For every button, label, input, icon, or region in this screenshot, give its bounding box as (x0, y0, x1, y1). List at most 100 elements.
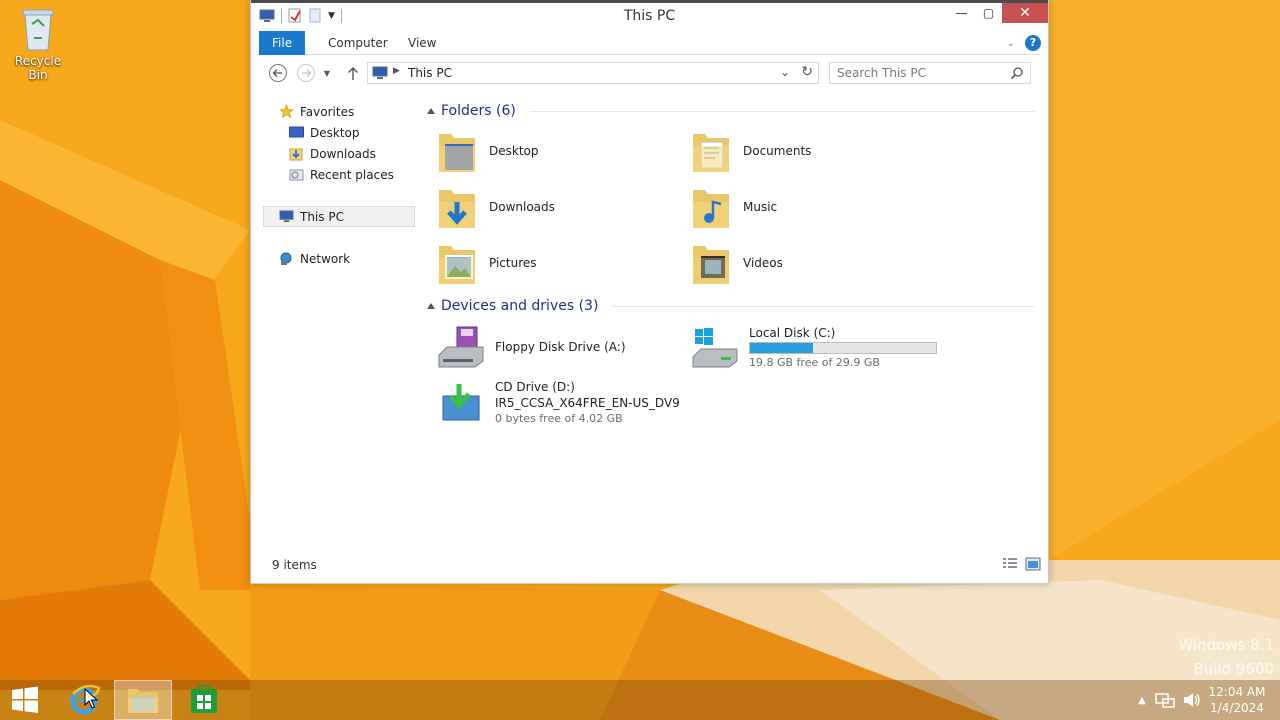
clock-date: 1/4/2024 (1210, 701, 1264, 715)
capacity-bar (749, 341, 937, 354)
details-view-icon[interactable] (1002, 557, 1018, 571)
drive-free-space: 0 bytes free of 4.02 GB (495, 411, 623, 425)
ribbon-tab-bar: File Computer View ⌄ ? (259, 31, 1041, 55)
forward-button[interactable] (295, 62, 317, 84)
folder-desktop[interactable]: Desktop (437, 126, 687, 176)
taskbar-store[interactable] (175, 680, 233, 720)
floppy-drive-icon (438, 326, 484, 368)
folder-label: Music (743, 200, 778, 214)
start-button[interactable] (0, 680, 50, 720)
up-arrow-icon (348, 67, 358, 80)
folders-group-header[interactable]: Folders (6) (427, 101, 1035, 121)
nav-item-label: Favorites (300, 104, 355, 119)
network-status-icon[interactable] (1154, 691, 1176, 709)
tab-computer[interactable]: Computer (315, 31, 401, 55)
address-dropdown-icon[interactable]: ⌄ (780, 65, 790, 79)
nav-item-downloads[interactable]: Downloads (289, 143, 376, 164)
minimize-icon: — (955, 6, 968, 20)
navigation-pane: Favorites Desktop Downloads Recent place… (259, 96, 415, 556)
drive-free-space: 19.8 GB free of 29.9 GB (749, 355, 880, 369)
recycle-bin[interactable]: Recycle Bin (4, 6, 72, 82)
navigation-bar: ▼ ▶ This PC ⌄ ↻ (259, 60, 1041, 86)
folder-documents[interactable]: Documents (691, 126, 941, 176)
close-icon: ✕ (1019, 5, 1031, 21)
recent-locations-button[interactable]: ▼ (320, 62, 334, 84)
maximize-button[interactable]: ▢ (975, 3, 1002, 23)
mouse-cursor-icon (84, 688, 98, 709)
documents-folder-icon (693, 134, 729, 172)
nav-item-network[interactable]: Network (279, 248, 350, 269)
this-pc-icon (372, 66, 388, 79)
taskbar-internet-explorer[interactable] (56, 680, 114, 720)
folder-label: Desktop (489, 144, 539, 158)
build-number-watermark: Build 9600 (1193, 660, 1274, 678)
large-icons-view-icon[interactable] (1025, 557, 1041, 571)
refresh-icon[interactable]: ↻ (801, 64, 813, 80)
system-tray: ▲ 12:04 AM 1/4/2024 (1130, 680, 1280, 720)
drive-info: Local Disk (C:) 19.8 GB free of 29.9 GB (749, 326, 937, 369)
show-hidden-icons-icon[interactable]: ▲ (1130, 695, 1154, 706)
window-title: This PC (623, 8, 676, 24)
chevron-down-icon: ▼ (323, 68, 331, 78)
breadcrumb-chevron-icon[interactable]: ▶ (393, 66, 400, 76)
drive-local-c[interactable]: Local Disk (C:) 19.8 GB free of 29.9 GB (691, 322, 941, 372)
file-explorer-icon (128, 689, 158, 713)
tab-file[interactable]: File (259, 31, 306, 55)
close-button[interactable]: ✕ (1002, 3, 1048, 23)
drive-cd-d[interactable]: CD Drive (D:) IR5_CCSA_X64FRE_EN-US_DV9 … (437, 376, 687, 428)
item-count: 9 items (272, 558, 317, 572)
address-text: This PC (408, 66, 452, 80)
collapse-triangle-icon (427, 303, 435, 309)
address-bar[interactable]: ▶ This PC ⌄ ↻ (367, 62, 819, 84)
title-bar[interactable]: ▼ This PC — ▢ ✕ (251, 3, 1048, 29)
nav-item-desktop[interactable]: Desktop (289, 122, 360, 143)
folder-label: Videos (743, 256, 783, 270)
nav-item-favorites[interactable]: Favorites (279, 101, 354, 122)
collapse-triangle-icon (427, 108, 435, 114)
folder-pictures[interactable]: Pictures (437, 238, 687, 288)
folder-label: Downloads (489, 200, 555, 214)
nav-item-label: This PC (300, 209, 344, 224)
search-box[interactable] (829, 62, 1031, 84)
nav-item-this-pc[interactable]: This PC (263, 206, 415, 227)
folder-music[interactable]: Music (691, 182, 941, 232)
nav-item-label: Recent places (310, 167, 394, 182)
windows-version-watermark: Windows 8.1 (1178, 636, 1274, 654)
volume-icon[interactable] (1182, 691, 1202, 709)
search-input[interactable] (830, 63, 1000, 83)
taskbar-clock[interactable]: 12:04 AM 1/4/2024 (1202, 684, 1272, 716)
devices-header-label: Devices and drives (3) (441, 298, 599, 314)
videos-folder-icon (693, 246, 729, 284)
folder-videos[interactable]: Videos (691, 238, 941, 288)
folder-downloads[interactable]: Downloads (437, 182, 687, 232)
window-controls: — ▢ ✕ (948, 3, 1048, 23)
drive-label: Local Disk (C:) (749, 325, 836, 340)
devices-group-header[interactable]: Devices and drives (3) (427, 296, 1035, 316)
clock-time: 12:04 AM (1208, 685, 1266, 699)
up-button[interactable] (342, 62, 364, 84)
minimize-button[interactable]: — (948, 3, 975, 23)
drive-info: CD Drive (D:) IR5_CCSA_X64FRE_EN-US_DV9 … (495, 380, 680, 425)
content-area: Folders (6) Desktop Documents Downloads … (421, 96, 1041, 556)
recycle-bin-label: Recycle Bin (14, 54, 62, 82)
network-icon (280, 252, 292, 265)
tab-view[interactable]: View (395, 31, 449, 55)
store-icon (191, 685, 217, 713)
folder-label: Documents (743, 144, 812, 158)
recycle-bin-icon (22, 9, 54, 51)
back-button[interactable] (267, 62, 289, 84)
taskbar-file-explorer[interactable] (114, 680, 172, 720)
downloads-icon (289, 148, 303, 160)
show-desktop-button[interactable] (1272, 680, 1280, 720)
nav-item-label: Downloads (310, 146, 376, 161)
drive-floppy-a[interactable]: Floppy Disk Drive (A:) (437, 322, 687, 372)
status-bar: 9 items (259, 554, 1041, 576)
header-divider (612, 305, 1035, 307)
downloads-folder-icon (439, 190, 475, 228)
local-disk-icon (692, 328, 738, 368)
help-icon[interactable]: ? (1025, 35, 1041, 51)
nav-item-recent-places[interactable]: Recent places (289, 164, 394, 185)
cd-drive-icon (442, 384, 480, 421)
search-icon[interactable] (1010, 66, 1024, 80)
expand-ribbon-icon[interactable]: ⌄ (1007, 38, 1015, 49)
